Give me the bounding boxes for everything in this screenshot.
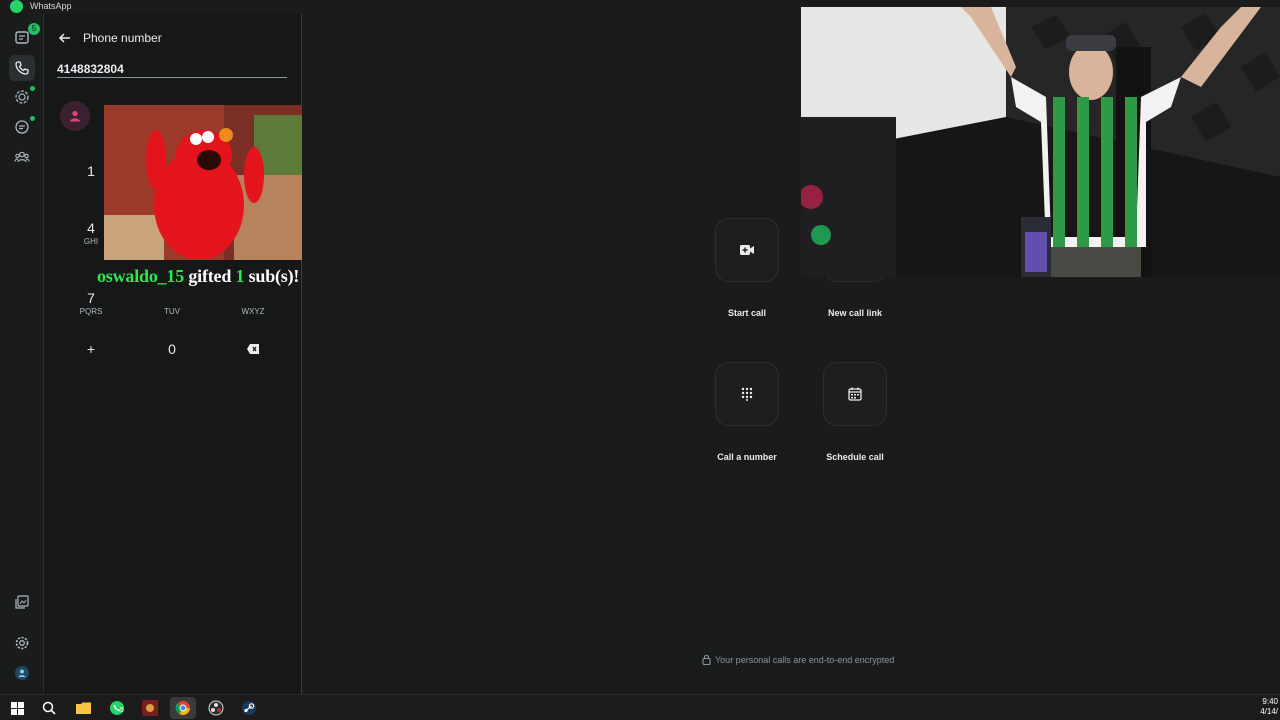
start-call-label: Start call [727, 308, 767, 318]
taskbar-whatsapp-button[interactable]: 5 [108, 699, 126, 717]
status-icon [15, 90, 29, 104]
start-button[interactable] [8, 699, 26, 717]
file-explorer-button[interactable] [74, 699, 92, 717]
profile-button[interactable] [9, 660, 35, 686]
lock-icon [702, 654, 711, 665]
clock-time: 9:40 [1262, 697, 1278, 706]
channels-new-dot [30, 116, 35, 121]
webcam-overlay [801, 7, 1280, 277]
taskbar-chrome-button[interactable] [170, 697, 196, 719]
clock-date: 4/14/ [1260, 707, 1278, 716]
calendar-icon [848, 387, 862, 401]
schedule-call-action[interactable]: Schedule call [795, 362, 915, 462]
encryption-notice: Your personal calls are end-to-end encry… [702, 654, 894, 665]
alert-gif-image [104, 105, 311, 260]
nav-rail: 5 [0, 14, 44, 694]
search-button[interactable] [40, 699, 58, 717]
stream-alert-text: oswaldo_15 gifted 1 sub(s)! [97, 266, 299, 287]
dial-key-letters: PQRS [79, 307, 103, 316]
communities-button[interactable] [9, 144, 35, 170]
windows-icon [10, 701, 24, 715]
contact-avatar [60, 101, 90, 131]
dial-key-letters: WXYZ [241, 307, 265, 316]
media-icon [15, 595, 29, 609]
game-app-icon [142, 700, 158, 716]
whatsapp-logo-icon [10, 0, 23, 13]
call-a-number-tile[interactable] [715, 362, 779, 426]
alert-count: 1 [235, 266, 245, 286]
dialer-title: Phone number [83, 31, 162, 45]
steam-icon [242, 701, 256, 715]
encryption-text: Your personal calls are end-to-end encry… [715, 654, 895, 665]
obs-icon [208, 700, 224, 716]
schedule-call-tile[interactable] [823, 362, 887, 426]
dial-key-9[interactable]: 9 WXYZ [223, 289, 283, 317]
dial-key-digit: + [86, 341, 96, 357]
alert-username: oswaldo_15 [97, 266, 185, 286]
status-new-dot [30, 86, 35, 91]
call-a-number-label: Call a number [717, 452, 777, 462]
window-title: WhatsApp [30, 1, 72, 11]
dial-key-8[interactable]: 8 TUV [142, 289, 202, 317]
media-button[interactable] [9, 589, 35, 615]
system-clock[interactable]: 9:40 4/14/ [1260, 697, 1278, 717]
schedule-call-label: Schedule call [826, 452, 884, 462]
settings-button[interactable] [9, 630, 35, 656]
dial-key-digit: 0 [168, 341, 176, 357]
dial-key-letters: TUV [164, 307, 180, 316]
calls-button[interactable] [9, 55, 35, 81]
back-arrow-icon[interactable] [58, 31, 72, 45]
webcam-feed-image [801, 7, 1280, 277]
taskbar: 5 9:40 4/14/ [0, 694, 1280, 720]
channels-icon [15, 120, 29, 134]
alert-suffix: sub(s)! [248, 266, 300, 286]
start-call-action[interactable]: Start call [687, 218, 807, 318]
calls-icon [15, 61, 29, 75]
new-call-link-label: New call link [827, 308, 883, 318]
dial-key-7[interactable]: 7 PQRS [61, 289, 121, 317]
chrome-icon [175, 701, 190, 715]
taskbar-steam-button[interactable] [240, 699, 258, 717]
video-plus-icon [740, 245, 754, 255]
backspace-button[interactable] [223, 342, 283, 360]
call-a-number-action[interactable]: Call a number [687, 362, 807, 462]
stream-alert-gif [104, 105, 311, 260]
communities-icon [14, 151, 30, 163]
folder-icon [75, 702, 91, 714]
backspace-icon [247, 344, 259, 354]
chats-unread-badge: 5 [28, 23, 40, 35]
whatsapp-taskbar-badge: 5 [120, 707, 124, 714]
dialpad-icon [741, 387, 753, 401]
chats-icon [15, 31, 29, 44]
alert-verb: gifted [188, 266, 232, 286]
dial-key-0[interactable]: 0 [142, 340, 202, 358]
taskbar-obs-button[interactable] [207, 699, 225, 717]
dial-key-digit: 7 [87, 290, 95, 306]
taskbar-game-button[interactable] [141, 699, 159, 717]
phone-number-input[interactable] [57, 60, 287, 78]
start-call-tile[interactable] [715, 218, 779, 282]
dial-key-plus[interactable]: + [61, 340, 121, 358]
settings-icon [15, 636, 29, 650]
profile-icon [15, 666, 29, 680]
search-icon [42, 701, 56, 715]
person-icon [70, 110, 80, 122]
